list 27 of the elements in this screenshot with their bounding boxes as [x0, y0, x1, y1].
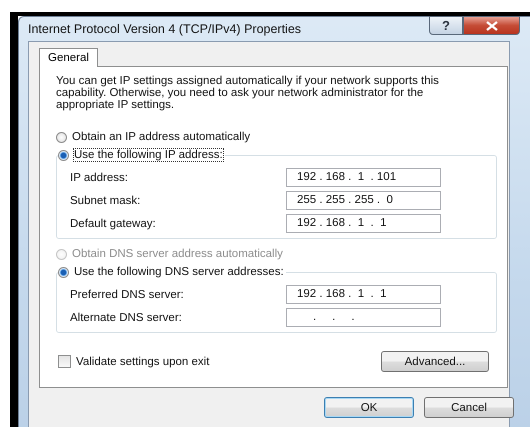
close-icon [486, 20, 498, 30]
ip-address-field[interactable]: 192 . 168 . 1 . 101 [286, 168, 441, 187]
radio-button[interactable] [58, 266, 69, 278]
advanced-button[interactable]: Advanced... [381, 351, 489, 372]
radio-button[interactable] [58, 150, 69, 160]
close-button[interactable] [463, 16, 520, 35]
checkbox-label[interactable]: Validate settings upon exit [76, 356, 210, 368]
tab[interactable]: General [39, 48, 98, 67]
field-label: Alternate DNS server: [70, 312, 182, 324]
field-label: IP address: [70, 172, 128, 184]
checkbox[interactable] [58, 355, 71, 368]
ok-button[interactable]: OK [324, 397, 414, 418]
cancel-button[interactable]: Cancel [424, 397, 514, 418]
radio-label[interactable]: Obtain an IP address automatically [72, 131, 250, 143]
radio-label[interactable]: Use the following DNS server addresses: [74, 266, 284, 278]
field-label: Subnet mask: [70, 194, 140, 206]
field-label: Preferred DNS server: [70, 288, 184, 300]
radio-button[interactable] [56, 132, 67, 142]
ip-address-field[interactable]: 255 . 255 . 255 . 0 [286, 191, 441, 210]
description-text: You can get IP settings assigned automatically if your network supports this capability. Otherwise, you need to ask your network administrator for the appropriate IP settings. [56, 75, 440, 111]
ip-address-field[interactable]: 192 . 168 . 1 . 1 [286, 285, 441, 304]
help-button[interactable]: ? [429, 16, 463, 35]
field-label: Default gateway: [70, 218, 156, 230]
window-title: Internet Protocol Version 4 (TCP/IPv4) Properties [28, 22, 302, 36]
ip-address-field[interactable]: . . . [286, 308, 441, 327]
ip-address-field[interactable]: 192 . 168 . 1 . 1 [286, 214, 441, 233]
radio-label[interactable]: Use the following IP address: [74, 149, 223, 161]
